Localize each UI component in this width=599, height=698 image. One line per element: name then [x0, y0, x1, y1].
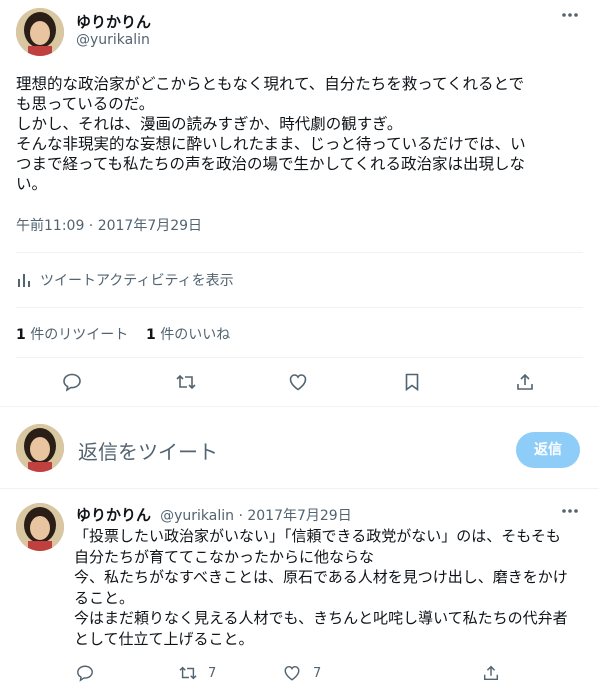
reply-meta[interactable]: @yurikalin · 2017年7月29日 [160, 508, 352, 524]
reply-like[interactable]: 7 [283, 664, 321, 682]
analytics-label: ツイートアクティビティを表示 [40, 273, 234, 289]
tweet-text: 理想的な政治家がどこからともなく現れて、自分たちを救ってくれるとで も思っている… [16, 74, 586, 194]
retweet-label: 件のリツイート [30, 327, 129, 343]
display-name[interactable]: ゆりかりん [76, 11, 151, 32]
reply-like-count: 7 [313, 665, 322, 681]
reply-line: ること。 [74, 588, 135, 607]
reply-retweet-count: 7 [208, 665, 217, 681]
avatar[interactable] [16, 8, 64, 56]
divider [16, 357, 583, 358]
divider [16, 307, 583, 308]
tweet-line: い。 [16, 175, 48, 193]
reply-line: 今、私たちがなすべきことは、原石である人材を見つけ出し、磨きをかけ [74, 568, 568, 586]
reply-retweet-icon [178, 664, 198, 682]
more-icon[interactable] [561, 6, 579, 29]
reply-input[interactable]: 返信をツイート [78, 436, 218, 465]
reply-icon[interactable] [62, 372, 82, 392]
retweet-icon[interactable] [175, 372, 197, 392]
reply-display-name[interactable]: ゆりかりん [76, 506, 151, 524]
reply-line: として仕立て上げること。 [74, 629, 254, 648]
analytics-link[interactable]: ツイートアクティビティを表示 [16, 270, 234, 290]
tweet-timestamp[interactable]: 午前11:09 · 2017年7月29日 [16, 215, 202, 235]
analytics-icon [16, 271, 34, 289]
like-count: 1 [146, 327, 156, 343]
reply-line: 自分たちが育ててこなかったからに他ならな [74, 547, 375, 566]
like-stats[interactable]: 1 件のいいね [146, 324, 230, 344]
like-label: 件のいいね [160, 327, 231, 343]
reply-text: 「投票したい政治家がいない」「信頼できる政党がない」のは、そもそも 自分たちが育… [74, 526, 589, 649]
reply-more-icon[interactable] [561, 502, 579, 525]
tweet-line: も思っているのだ。 [16, 95, 155, 113]
divider [0, 488, 599, 489]
reply-button[interactable]: 返信 [516, 432, 580, 468]
retweet-count: 1 [16, 327, 26, 343]
user-handle[interactable]: @yurikalin [76, 32, 150, 48]
tweet-line: つまで経っても私たちの声を政治の場で生かしてくれる政治家は出現しな [16, 155, 526, 173]
reply-share-icon[interactable] [482, 664, 500, 682]
tweet-line: しかし、それは、漫画の読みすぎか、時代劇の観すぎ。 [16, 115, 403, 133]
like-icon[interactable] [288, 372, 308, 392]
bookmark-icon[interactable] [402, 372, 422, 392]
tweet-line: 理想的な政治家がどこからともなく現れて、自分たちを救ってくれるとで [16, 75, 525, 93]
reply-header: ゆりかりん @yurikalin · 2017年7月29日 [76, 504, 352, 525]
reply-reply-icon[interactable] [76, 664, 94, 682]
divider [0, 406, 599, 407]
composer-avatar [16, 424, 64, 472]
reply-line: 「投票したい政治家がいない」「信頼できる政党がない」のは、そもそも [74, 527, 561, 545]
divider [16, 252, 583, 253]
reply-avatar[interactable] [16, 503, 64, 551]
reply-line: 今はまだ頼りなく見える人材でも、きちんと叱咤し導いて私たちの代弁者 [74, 609, 568, 627]
share-icon[interactable] [515, 372, 535, 392]
reply-retweet[interactable]: 7 [178, 664, 216, 682]
retweet-stats[interactable]: 1 件のリツイート [16, 324, 128, 344]
reply-like-icon [283, 664, 301, 682]
tweet-line: そんな非現実的な妄想に酔いしれたまま、じっと待っているだけでは、い [16, 135, 526, 153]
